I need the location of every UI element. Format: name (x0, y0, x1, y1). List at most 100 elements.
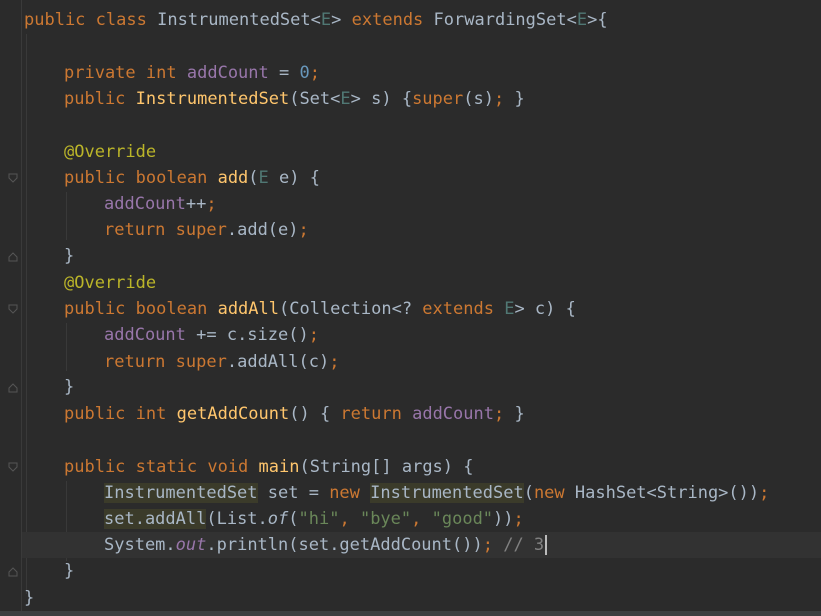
token: } (504, 89, 525, 109)
token: ; (206, 194, 217, 214)
code-line-6[interactable]: @Override (64, 139, 156, 165)
fold-open-icon[interactable] (8, 462, 18, 473)
token: addCount (104, 325, 186, 345)
token: E (320, 10, 332, 30)
code-line-19[interactable]: InstrumentedSet set = new InstrumentedSe… (104, 480, 769, 506)
token: () { (289, 404, 341, 424)
code-line-15[interactable]: } (64, 374, 74, 400)
token: ; (482, 535, 493, 555)
token: new (533, 483, 565, 503)
token: new (329, 483, 360, 503)
token: return (340, 404, 402, 424)
code-line-11[interactable]: @Override (64, 270, 156, 296)
token: void (207, 457, 249, 477)
token: += c.size() (185, 325, 309, 345)
code-line-1[interactable]: public class InstrumentedSet<E> extends … (24, 7, 608, 33)
token: extends (422, 299, 494, 319)
token: (Set< (289, 89, 341, 109)
fold-close-icon[interactable] (8, 251, 18, 262)
token: add (217, 168, 249, 188)
token: int (145, 63, 177, 83)
code-line-16[interactable]: public int getAddCount() { return addCou… (64, 401, 525, 427)
token: of (267, 509, 289, 529)
token: } (64, 246, 75, 266)
gutter-separator (21, 0, 22, 616)
token: ( (248, 168, 259, 188)
token: ; (513, 509, 524, 529)
token: ; (309, 63, 320, 83)
token: // 3 (492, 535, 545, 555)
token: public (64, 299, 126, 319)
token: } (504, 404, 525, 424)
indent-guide (66, 192, 67, 240)
token: >{ (587, 10, 608, 30)
token: InstrumentedSet (135, 89, 290, 109)
token: boolean (135, 168, 208, 188)
fold-close-icon[interactable] (8, 382, 18, 393)
token: E (258, 168, 269, 188)
token: out (175, 535, 207, 555)
token: E (576, 10, 588, 30)
token: boolean (135, 299, 208, 319)
code-line-7[interactable]: public boolean add(E e) { (64, 165, 320, 191)
token: (Collection<? (279, 299, 423, 319)
fold-close-icon[interactable] (8, 566, 18, 577)
token: InstrumentedSet (157, 10, 311, 30)
token: ForwardingSet (433, 10, 567, 30)
token: (s) (463, 89, 494, 109)
code-line-12[interactable]: public boolean addAll(Collection<? exten… (64, 296, 576, 322)
token: public (64, 89, 126, 109)
indent-guide (26, 34, 27, 594)
token: ; (759, 483, 770, 503)
code-line-3[interactable]: private int addCount = 0; (64, 60, 320, 86)
token: "bye" (359, 509, 412, 529)
code-line-23[interactable]: } (24, 585, 34, 611)
token: , (339, 509, 360, 529)
text-caret (545, 535, 548, 555)
code-line-21[interactable]: System.out.println(set.getAddCount()); /… (104, 532, 548, 558)
token: (String[] args) { (299, 457, 474, 477)
token: addAll (217, 299, 279, 319)
token: < (310, 10, 321, 30)
token: class (95, 10, 147, 30)
token: static (135, 457, 198, 477)
code-line-10[interactable]: } (64, 243, 74, 269)
token: e) { (268, 168, 320, 188)
token: > (331, 10, 342, 30)
token: extends (351, 10, 424, 30)
token: ; (493, 89, 505, 109)
token: int (135, 404, 167, 424)
token: return (104, 352, 166, 372)
fold-open-icon[interactable] (8, 304, 18, 315)
token: @Override (64, 142, 157, 162)
token: > c) { (514, 299, 576, 319)
token: ; (308, 325, 319, 345)
code-line-13[interactable]: addCount += c.size(); (104, 322, 319, 348)
token: ; (329, 352, 340, 372)
token: super (412, 89, 464, 109)
token: public (24, 10, 86, 30)
token: return (104, 220, 166, 240)
code-line-9[interactable]: return super.add(e); (104, 217, 309, 243)
token: E (504, 299, 515, 319)
token: addCount (104, 194, 186, 214)
indent-guide (66, 323, 67, 371)
code-line-18[interactable]: public static void main(String[] args) { (64, 454, 474, 480)
token: set = (257, 483, 330, 503)
token: set.addAll (104, 509, 207, 529)
code-editor[interactable]: public class InstrumentedSet<E> extends … (0, 0, 821, 616)
token: main (258, 457, 300, 477)
token: } (64, 561, 75, 581)
token: public (64, 168, 126, 188)
code-line-20[interactable]: set.addAll(List.of("hi", "bye", "good"))… (104, 506, 524, 532)
code-line-14[interactable]: return super.addAll(c); (104, 349, 339, 375)
code-line-8[interactable]: addCount++; (104, 191, 217, 217)
fold-open-icon[interactable] (8, 173, 18, 184)
code-line-22[interactable]: } (64, 558, 74, 584)
token: HashSet<String>()) (564, 483, 760, 503)
code-line-4[interactable]: public InstrumentedSet(Set<E> s) {super(… (64, 86, 525, 112)
token: > s) { (350, 89, 413, 109)
token: addCount (186, 63, 269, 83)
horizontal-scrollbar[interactable] (0, 611, 821, 616)
token: private (64, 63, 136, 83)
